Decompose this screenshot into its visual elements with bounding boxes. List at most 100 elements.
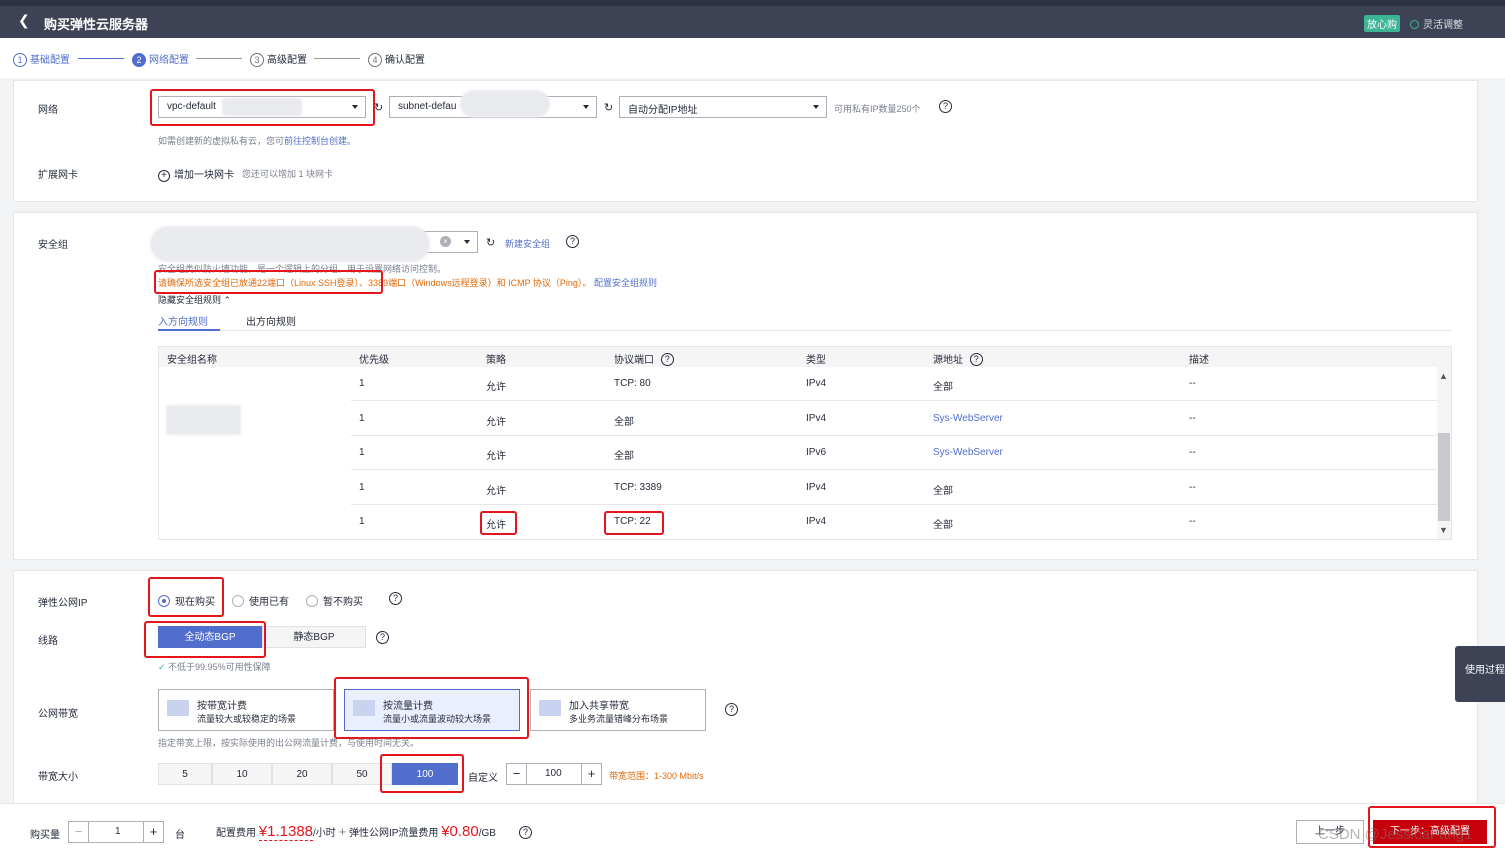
minus-icon[interactable]: − — [507, 764, 527, 784]
redacted-area — [460, 90, 550, 118]
size-option[interactable]: 20 — [272, 763, 332, 785]
highlight-box — [154, 270, 383, 294]
check-icon: ✓ — [158, 662, 169, 672]
shared-network-icon — [539, 700, 561, 716]
network-label: 网络 — [38, 105, 58, 116]
tab-divider — [158, 330, 1452, 331]
highlight-box — [480, 511, 517, 535]
refresh-icon[interactable]: ↻ — [374, 101, 383, 114]
source-link[interactable]: Sys-WebServer — [933, 413, 1003, 424]
help-icon[interactable]: ? — [519, 826, 532, 839]
redacted-area — [150, 226, 430, 262]
ip-select[interactable]: 自动分配IP地址 — [619, 96, 827, 118]
line-label: 线路 — [38, 636, 58, 647]
table-row: 1 允许 TCP: 80 IPv4 全部 -- — [351, 367, 1437, 401]
help-icon[interactable]: ? — [376, 631, 389, 644]
highlight-box — [150, 89, 375, 126]
help-icon[interactable]: ? — [566, 235, 579, 248]
billing-by-bandwidth[interactable]: 按带宽计费 流量较大或较稳定的场景 — [158, 689, 334, 731]
help-icon[interactable]: ? — [660, 353, 674, 366]
refresh-icon[interactable]: ↻ — [604, 101, 613, 114]
trust-badge: 放心购 — [1364, 15, 1400, 32]
qty-label: 购买量 — [30, 830, 60, 841]
scroll-thumb[interactable] — [1438, 433, 1450, 521]
caret-down-icon — [813, 105, 819, 109]
range-hint: 带宽范围：1-300 Mbit/s — [609, 771, 704, 781]
col-desc: 描述 — [1189, 355, 1209, 366]
usage-side-tab[interactable]: 使用过程 — [1455, 646, 1505, 702]
add-nic-button[interactable]: + 增加一块网卡 — [158, 166, 234, 182]
step-confirm[interactable]: 4 确认配置 — [368, 51, 425, 67]
table-scrollbar[interactable]: ▲ ▼ — [1437, 367, 1451, 539]
new-security-group-link[interactable]: 新建安全组 — [505, 237, 550, 250]
custom-label: 自定义 — [468, 773, 498, 784]
footer-bar: 购买量 − 1 + 台 配置费用 ¥1.1388/小时 + 弹性公网IP流量费用… — [0, 803, 1505, 854]
chevron-up-icon[interactable]: ▲ — [1439, 371, 1448, 381]
step-advanced[interactable]: 3 高级配置 — [250, 51, 307, 67]
bandwidth-size-label: 带宽大小 — [38, 772, 78, 783]
col-name: 安全组名称 — [167, 355, 217, 366]
config-fee[interactable]: ¥1.1388 — [258, 823, 314, 841]
chevron-up-icon: ⌃ — [223, 295, 232, 305]
fee-summary: 配置费用 ¥1.1388/小时 + 弹性公网IP流量费用 ¥0.80/GB — [216, 823, 496, 841]
highlight-box — [604, 511, 664, 535]
add-nic-hint: 您还可以增加 1 块网卡 — [242, 169, 334, 179]
size-option[interactable]: 10 — [212, 763, 272, 785]
eip-label: 弹性公网IP — [38, 598, 88, 609]
highlight-box — [380, 754, 464, 793]
step-connector — [78, 58, 124, 59]
caret-down-icon — [464, 240, 470, 244]
refresh-icon[interactable]: ↻ — [486, 236, 495, 249]
redacted-area — [166, 405, 241, 435]
help-icon[interactable]: ? — [939, 100, 952, 113]
bandwidth-label: 公网带宽 — [38, 709, 78, 720]
bandwidth-icon — [167, 700, 189, 716]
caret-down-icon — [583, 105, 589, 109]
sla-hint: ✓ 不低于99.95%可用性保障 — [158, 662, 271, 672]
create-vpc-link[interactable]: 前往控制台创建。 — [284, 136, 356, 146]
watermark: CSDN @JessicaFang1 — [1318, 826, 1473, 843]
table-row: 1 允许 全部 IPv6 Sys-WebServer -- — [351, 436, 1437, 470]
help-icon[interactable]: ? — [389, 592, 402, 605]
table-header: 安全组名称 优先级 策略 协议端口 ? 类型 源地址 ? 描述 — [159, 347, 1451, 367]
plus-icon[interactable]: + — [581, 764, 601, 784]
minus-icon[interactable]: − — [69, 822, 89, 842]
chevron-down-icon[interactable]: ▼ — [1439, 525, 1448, 535]
line-static-bgp[interactable]: 静态BGP — [262, 626, 366, 648]
table-row: 1 允许 全部 IPv4 Sys-WebServer -- — [351, 402, 1437, 436]
highlight-box — [148, 577, 224, 617]
qty-stepper[interactable]: − 1 + — [68, 821, 164, 843]
bandwidth-stepper[interactable]: − 100 + — [506, 763, 602, 785]
plus-circle-icon: + — [158, 170, 170, 182]
clear-icon[interactable]: × — [440, 236, 451, 247]
step-connector — [314, 58, 360, 59]
step-basic[interactable]: 1 基础配置 — [13, 51, 70, 67]
size-option[interactable]: 5 — [158, 763, 212, 785]
source-link[interactable]: Sys-WebServer — [933, 447, 1003, 458]
table-row: 1 允许 TCP: 3389 IPv4 全部 -- — [351, 471, 1437, 505]
security-label: 安全组 — [38, 240, 68, 251]
highlight-box — [144, 621, 266, 658]
eip-skip-radio[interactable]: 暂不购买 — [306, 593, 363, 608]
chevron-left-icon[interactable]: ❮ — [18, 12, 30, 29]
eip-fee: ¥0.80 — [441, 823, 479, 840]
tab-indicator — [158, 329, 220, 331]
page-header: ❮ 购买弹性云服务器 放心购 灵活调整 — [0, 6, 1505, 38]
col-priority: 优先级 — [359, 355, 389, 366]
tab-inbound[interactable]: 入方向规则 — [158, 313, 208, 328]
tab-outbound[interactable]: 出方向规则 — [246, 313, 296, 328]
help-icon[interactable]: ? — [969, 353, 983, 366]
toggle-rules[interactable]: 隐藏安全组规则 ⌃ — [158, 293, 231, 306]
ip-count: 可用私有IP数量250个 — [834, 104, 921, 114]
step-connector — [196, 58, 242, 59]
vpc-hint: 如需创建新的虚拟私有云，您可前往控制台创建。 — [158, 136, 357, 146]
nic-label: 扩展网卡 — [38, 170, 78, 181]
billing-shared-bandwidth[interactable]: 加入共享带宽 多业务流量错峰分布场景 — [530, 689, 706, 731]
check-circle-icon — [1410, 20, 1419, 29]
config-rules-link[interactable]: 配置安全组规则 — [594, 278, 657, 288]
flex-adjust[interactable]: 灵活调整 — [1410, 16, 1463, 31]
plus-icon[interactable]: + — [143, 822, 163, 842]
help-icon[interactable]: ? — [725, 703, 738, 716]
step-network[interactable]: 2 网络配置 — [132, 51, 189, 67]
eip-use-existing-radio[interactable]: 使用已有 — [232, 593, 289, 608]
